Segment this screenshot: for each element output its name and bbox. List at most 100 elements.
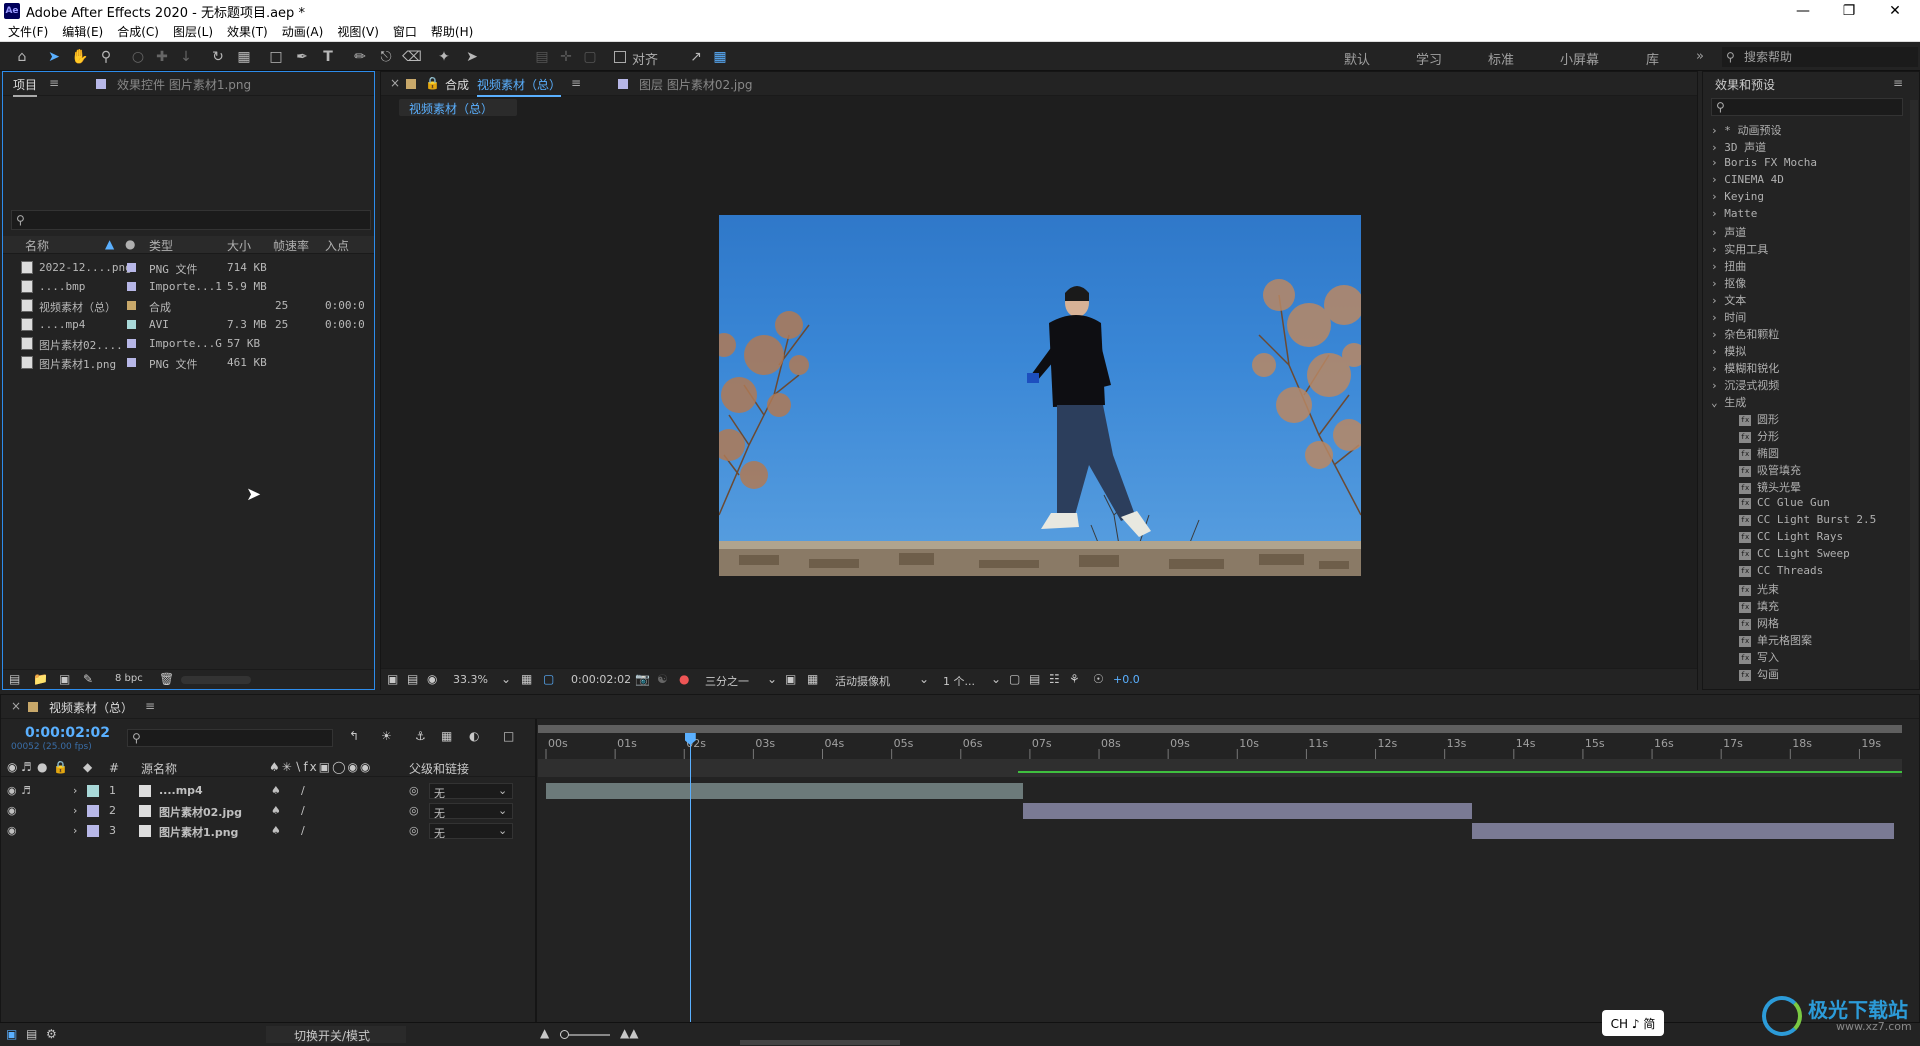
- modes-icon[interactable]: ▤: [26, 1027, 37, 1041]
- effect-category[interactable]: › 扭曲: [1711, 258, 1746, 274]
- effect-category[interactable]: › 时间: [1711, 309, 1746, 325]
- zoom-select[interactable]: 33.3%: [453, 673, 488, 686]
- brush-tool-icon[interactable]: ✏: [350, 47, 370, 67]
- toggle-transparency-icon[interactable]: ▦: [807, 672, 818, 686]
- new-folder-icon[interactable]: 📁: [33, 672, 48, 686]
- pickwhip-icon[interactable]: ◎: [409, 804, 419, 817]
- text-tool-icon[interactable]: T: [318, 47, 338, 67]
- viewer-timecode[interactable]: 0:00:02:02: [571, 673, 631, 686]
- minimize-button[interactable]: —: [1780, 0, 1826, 22]
- tab-composition[interactable]: 视频素材（总）: [477, 76, 562, 97]
- comp-breadcrumb[interactable]: 视频素材（总）: [399, 99, 517, 116]
- ime-indicator[interactable]: CH ♪ 简: [1602, 1010, 1664, 1036]
- timeline-search-input[interactable]: ⚲: [127, 729, 333, 747]
- pickwhip-icon[interactable]: ◎: [409, 824, 419, 837]
- rectangle-tool-icon[interactable]: □: [266, 47, 286, 67]
- lock-icon[interactable]: 🔒: [425, 76, 440, 90]
- effect-item[interactable]: fx CC Light Rays: [1739, 530, 1843, 543]
- world-axis-icon[interactable]: ✛: [556, 47, 576, 67]
- comp-tab-menu-icon[interactable]: ≡: [571, 76, 581, 90]
- roto-brush-icon[interactable]: ✦: [434, 47, 454, 67]
- time-ruler[interactable]: 00s 01s 02s 03s 04s 05s 06s 07s 08s 09s 10s 11s 12s 1…: [538, 735, 1902, 759]
- effect-category[interactable]: › 3D 声道: [1711, 139, 1766, 155]
- audio-icon[interactable]: ♬: [21, 784, 31, 797]
- views-select[interactable]: 1 个...: [943, 673, 975, 689]
- quality-switch-icon[interactable]: ∕: [301, 784, 305, 797]
- project-item[interactable]: 图片素材1.png PNG 文件 461 KB: [15, 353, 373, 372]
- snapshot-camera-icon[interactable]: 📷: [635, 672, 650, 686]
- more-workspaces-icon[interactable]: »: [1696, 49, 1704, 64]
- selection-tool-icon[interactable]: ➤: [44, 47, 64, 67]
- effect-item[interactable]: fx 单元格图案: [1739, 632, 1812, 648]
- effect-item[interactable]: fx CC Light Burst 2.5: [1739, 513, 1876, 526]
- layer-row[interactable]: ◉ › 2 图片素材02.jpg ♠ ∕ ◎ 无 ⌄: [1, 801, 537, 821]
- reset-exposure-icon[interactable]: ☉: [1093, 672, 1104, 686]
- label-tag-icon[interactable]: ●: [125, 237, 135, 253]
- effect-category[interactable]: › * 动画预设: [1711, 122, 1782, 138]
- pickwhip-icon[interactable]: ◎: [409, 784, 419, 797]
- col-size[interactable]: 大小: [227, 237, 251, 253]
- layer-name[interactable]: ....mp4: [159, 784, 203, 797]
- effect-item[interactable]: fx CC Glue Gun: [1739, 496, 1830, 509]
- zoom-tool-icon[interactable]: ⚲: [96, 47, 116, 67]
- menu-animation[interactable]: 动画(A): [282, 23, 324, 40]
- horizontal-scrollbar[interactable]: [740, 1040, 900, 1045]
- label-swatch[interactable]: [127, 301, 136, 310]
- view-axis-icon[interactable]: ▢: [580, 47, 600, 67]
- effect-item[interactable]: fx 网格: [1739, 615, 1779, 631]
- effects-panel-title[interactable]: 效果和预设: [1715, 76, 1775, 93]
- effect-item[interactable]: fx 镜头光晕: [1739, 479, 1801, 495]
- project-search-input[interactable]: ⚲: [11, 210, 371, 230]
- project-item[interactable]: 2022-12....png PNG 文件 714 KB: [15, 258, 373, 277]
- shy-switch-icon[interactable]: ♠: [271, 804, 281, 817]
- layer-duration-bar[interactable]: [1022, 803, 1473, 819]
- label-swatch[interactable]: [127, 339, 136, 348]
- menu-view[interactable]: 视图(V): [337, 23, 379, 40]
- frame-blending-icon[interactable]: ▦: [441, 729, 452, 743]
- rotate-tool-icon[interactable]: ↻: [208, 47, 228, 67]
- label-swatch[interactable]: [127, 282, 136, 291]
- expand-chevron-icon[interactable]: ›: [73, 804, 77, 817]
- camera-select[interactable]: 活动摄像机: [835, 673, 890, 689]
- snap-grid-icon[interactable]: ▦: [710, 47, 730, 67]
- restore-button[interactable]: ❐: [1826, 0, 1872, 22]
- col-fps[interactable]: 帧速率: [273, 237, 309, 253]
- layer-name[interactable]: 图片素材1.png: [159, 824, 238, 840]
- effect-item[interactable]: fx 椭圆: [1739, 445, 1779, 461]
- adjust-icon[interactable]: ✎: [83, 672, 93, 686]
- effects-search-input[interactable]: ⚲: [1711, 98, 1903, 116]
- parent-select[interactable]: 无 ⌄: [429, 803, 513, 820]
- bpc-label[interactable]: 8 bpc: [115, 673, 143, 684]
- tab-timeline-comp[interactable]: 视频素材（总）: [49, 699, 133, 716]
- workspace-libraries[interactable]: 库: [1646, 49, 1659, 68]
- menu-composition[interactable]: 合成(C): [117, 23, 159, 40]
- fast-preview-icon[interactable]: ▣: [785, 672, 796, 686]
- project-item[interactable]: ....bmp Importe...1 5.9 MB: [15, 277, 373, 296]
- layer-label-swatch[interactable]: [87, 825, 99, 837]
- effect-item[interactable]: fx 吸管填充: [1739, 462, 1801, 478]
- graph-editor-icon[interactable]: □: [503, 729, 514, 743]
- layer-duration-bar[interactable]: [546, 783, 1023, 799]
- effect-category[interactable]: › 沉浸式视频: [1711, 377, 1779, 393]
- clone-stamp-icon[interactable]: ⎋: [376, 47, 396, 67]
- zoom-in-icon[interactable]: ▲▲: [620, 1026, 638, 1040]
- exposure-value[interactable]: +0.0: [1113, 673, 1140, 686]
- comp-flowchart-icon[interactable]: ⚘: [1069, 672, 1080, 686]
- in-out-icon[interactable]: ⚙: [46, 1027, 57, 1041]
- parent-select[interactable]: 无 ⌄: [429, 783, 513, 800]
- workspace-default[interactable]: 默认: [1344, 49, 1370, 68]
- effect-category[interactable]: › 声道: [1711, 224, 1746, 240]
- menu-edit[interactable]: 编辑(E): [62, 23, 103, 40]
- label-swatch[interactable]: [127, 320, 136, 329]
- orbit-camera-icon[interactable]: ○: [128, 47, 148, 67]
- shy-switch-icon[interactable]: ♠: [271, 824, 281, 837]
- parent-select[interactable]: 无 ⌄: [429, 823, 513, 840]
- menu-help[interactable]: 帮助(H): [431, 23, 473, 40]
- workspace-small-screen[interactable]: 小屏幕: [1560, 49, 1599, 68]
- close-timeline-tab-icon[interactable]: ×: [11, 699, 21, 713]
- eye-visibility-icon[interactable]: ◉: [7, 804, 17, 817]
- label-swatch[interactable]: [127, 263, 136, 272]
- anchor-tool-icon[interactable]: ▦: [234, 47, 254, 67]
- composition-frame-image[interactable]: [719, 215, 1361, 576]
- effect-category[interactable]: › 实用工具: [1711, 241, 1768, 257]
